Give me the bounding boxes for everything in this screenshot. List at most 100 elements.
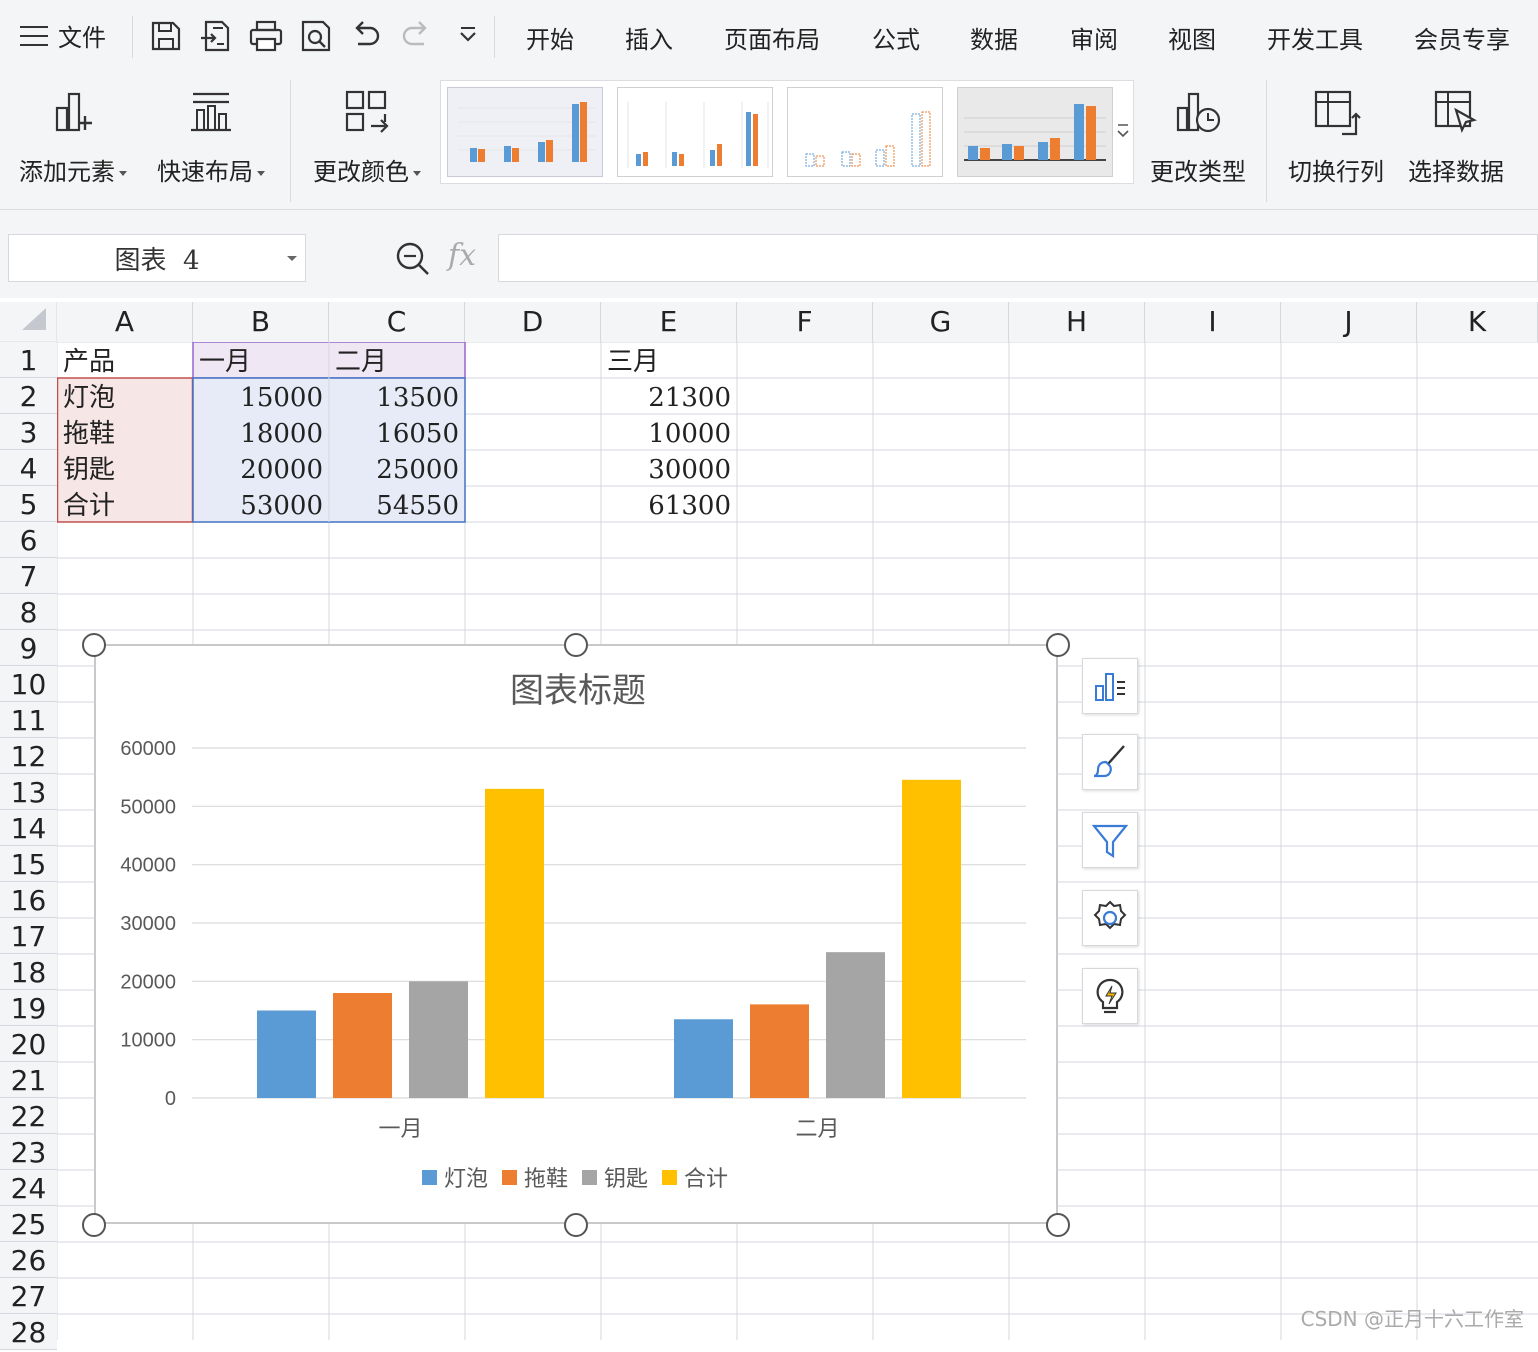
chart-elements-button[interactable] bbox=[1082, 658, 1138, 714]
cell-a4[interactable]: 钥匙 bbox=[57, 450, 193, 486]
row-header-12[interactable]: 12 bbox=[0, 738, 57, 774]
cell-a5[interactable]: 合计 bbox=[57, 486, 193, 522]
column-header-g[interactable]: G bbox=[873, 302, 1009, 342]
cell-a1[interactable]: 产品 bbox=[57, 342, 193, 378]
cell-b1[interactable]: 一月 bbox=[193, 342, 329, 378]
cell-c1[interactable]: 二月 bbox=[329, 342, 465, 378]
row-header-20[interactable]: 20 bbox=[0, 1026, 57, 1062]
cell-e1[interactable]: 三月 bbox=[601, 342, 737, 378]
chart-style-1[interactable] bbox=[447, 87, 603, 177]
column-header-k[interactable]: K bbox=[1417, 302, 1538, 342]
cell-e4[interactable]: 30000 bbox=[601, 450, 737, 486]
row-header-9[interactable]: 9 bbox=[0, 630, 57, 666]
formula-input[interactable] bbox=[498, 234, 1538, 282]
bar-拖鞋[interactable] bbox=[333, 993, 392, 1098]
row-header-10[interactable]: 10 bbox=[0, 666, 57, 702]
fx-icon[interactable]: fx bbox=[448, 238, 476, 273]
tab-review[interactable]: 审阅 bbox=[1070, 20, 1118, 55]
save-icon[interactable] bbox=[148, 18, 184, 54]
cell-c2[interactable]: 13500 bbox=[329, 378, 465, 414]
resize-handle-top-right[interactable] bbox=[1046, 633, 1070, 657]
print-icon[interactable] bbox=[248, 18, 284, 54]
cell-c4[interactable]: 25000 bbox=[329, 450, 465, 486]
add-element-button[interactable]: 添加元素 bbox=[14, 82, 132, 187]
chevron-down-icon[interactable] bbox=[287, 256, 297, 261]
cell-b5[interactable]: 53000 bbox=[193, 486, 329, 522]
column-header-a[interactable]: A bbox=[57, 302, 193, 342]
row-header-24[interactable]: 24 bbox=[0, 1170, 57, 1206]
quick-layout-button[interactable]: 快速布局 bbox=[152, 82, 270, 187]
bar-合计[interactable] bbox=[485, 789, 544, 1098]
row-header-18[interactable]: 18 bbox=[0, 954, 57, 990]
chart-object[interactable]: 图表标题 0100002000030000400005000060000 一月二… bbox=[94, 644, 1058, 1224]
bar-拖鞋[interactable] bbox=[750, 1004, 809, 1098]
row-header-2[interactable]: 2 bbox=[0, 378, 57, 414]
column-header-c[interactable]: C bbox=[329, 302, 465, 342]
column-header-b[interactable]: B bbox=[193, 302, 329, 342]
gallery-more-icon[interactable] bbox=[1115, 121, 1131, 141]
name-box[interactable]: 图表 4 bbox=[8, 234, 306, 282]
row-header-15[interactable]: 15 bbox=[0, 846, 57, 882]
bar-合计[interactable] bbox=[902, 780, 961, 1098]
row-header-22[interactable]: 22 bbox=[0, 1098, 57, 1134]
tab-developer[interactable]: 开发工具 bbox=[1267, 20, 1363, 55]
bar-灯泡[interactable] bbox=[257, 1011, 316, 1099]
row-header-1[interactable]: 1 bbox=[0, 342, 57, 378]
tab-page-layout[interactable]: 页面布局 bbox=[724, 20, 820, 55]
row-header-6[interactable]: 6 bbox=[0, 522, 57, 558]
chart-title[interactable]: 图表标题 bbox=[510, 672, 646, 710]
row-header-25[interactable]: 25 bbox=[0, 1206, 57, 1242]
cell-e2[interactable]: 21300 bbox=[601, 378, 737, 414]
resize-handle-top[interactable] bbox=[564, 633, 588, 657]
redo-icon[interactable] bbox=[398, 18, 434, 54]
row-header-28[interactable]: 28 bbox=[0, 1314, 57, 1350]
row-header-11[interactable]: 11 bbox=[0, 702, 57, 738]
more-icon[interactable] bbox=[450, 18, 486, 54]
print-preview-icon[interactable] bbox=[298, 18, 334, 54]
column-header-f[interactable]: F bbox=[737, 302, 873, 342]
switch-row-col-button[interactable]: 切换行列 bbox=[1284, 82, 1388, 187]
file-menu[interactable]: 文件 bbox=[20, 18, 106, 53]
select-data-button[interactable]: 选择数据 bbox=[1404, 82, 1508, 187]
cell-c3[interactable]: 16050 bbox=[329, 414, 465, 450]
row-header-17[interactable]: 17 bbox=[0, 918, 57, 954]
bar-钥匙[interactable] bbox=[409, 981, 468, 1098]
column-header-d[interactable]: D bbox=[465, 302, 601, 342]
bar-灯泡[interactable] bbox=[674, 1019, 733, 1098]
row-header-3[interactable]: 3 bbox=[0, 414, 57, 450]
cell-a3[interactable]: 拖鞋 bbox=[57, 414, 193, 450]
row-header-27[interactable]: 27 bbox=[0, 1278, 57, 1314]
cell-e5[interactable]: 61300 bbox=[601, 486, 737, 522]
column-header-h[interactable]: H bbox=[1009, 302, 1145, 342]
row-header-21[interactable]: 21 bbox=[0, 1062, 57, 1098]
row-header-7[interactable]: 7 bbox=[0, 558, 57, 594]
cell-c5[interactable]: 54550 bbox=[329, 486, 465, 522]
row-header-5[interactable]: 5 bbox=[0, 486, 57, 522]
zoom-search-icon[interactable] bbox=[394, 240, 432, 278]
row-header-26[interactable]: 26 bbox=[0, 1242, 57, 1278]
cell-b2[interactable]: 15000 bbox=[193, 378, 329, 414]
column-header-i[interactable]: I bbox=[1145, 302, 1281, 342]
bar-钥匙[interactable] bbox=[826, 952, 885, 1098]
row-header-14[interactable]: 14 bbox=[0, 810, 57, 846]
row-header-23[interactable]: 23 bbox=[0, 1134, 57, 1170]
tab-start[interactable]: 开始 bbox=[526, 20, 574, 55]
chart-style-2[interactable] bbox=[617, 87, 773, 177]
cell-b4[interactable]: 20000 bbox=[193, 450, 329, 486]
resize-handle-top-left[interactable] bbox=[82, 633, 106, 657]
column-header-j[interactable]: J bbox=[1281, 302, 1417, 342]
tab-member[interactable]: 会员专享 bbox=[1414, 20, 1510, 55]
chart-settings-button[interactable] bbox=[1082, 890, 1138, 946]
cell-a2[interactable]: 灯泡 bbox=[57, 378, 193, 414]
chart-style-button[interactable] bbox=[1082, 734, 1138, 790]
undo-icon[interactable] bbox=[348, 18, 384, 54]
chart-smart-button[interactable] bbox=[1082, 968, 1138, 1024]
cell-e3[interactable]: 10000 bbox=[601, 414, 737, 450]
tab-data[interactable]: 数据 bbox=[970, 20, 1018, 55]
cell-b3[interactable]: 18000 bbox=[193, 414, 329, 450]
resize-handle-bottom-right[interactable] bbox=[1046, 1213, 1070, 1237]
change-type-button[interactable]: 更改类型 bbox=[1146, 82, 1250, 187]
chart-style-3[interactable] bbox=[787, 87, 943, 177]
chart-style-4[interactable] bbox=[957, 87, 1113, 177]
row-header-4[interactable]: 4 bbox=[0, 450, 57, 486]
